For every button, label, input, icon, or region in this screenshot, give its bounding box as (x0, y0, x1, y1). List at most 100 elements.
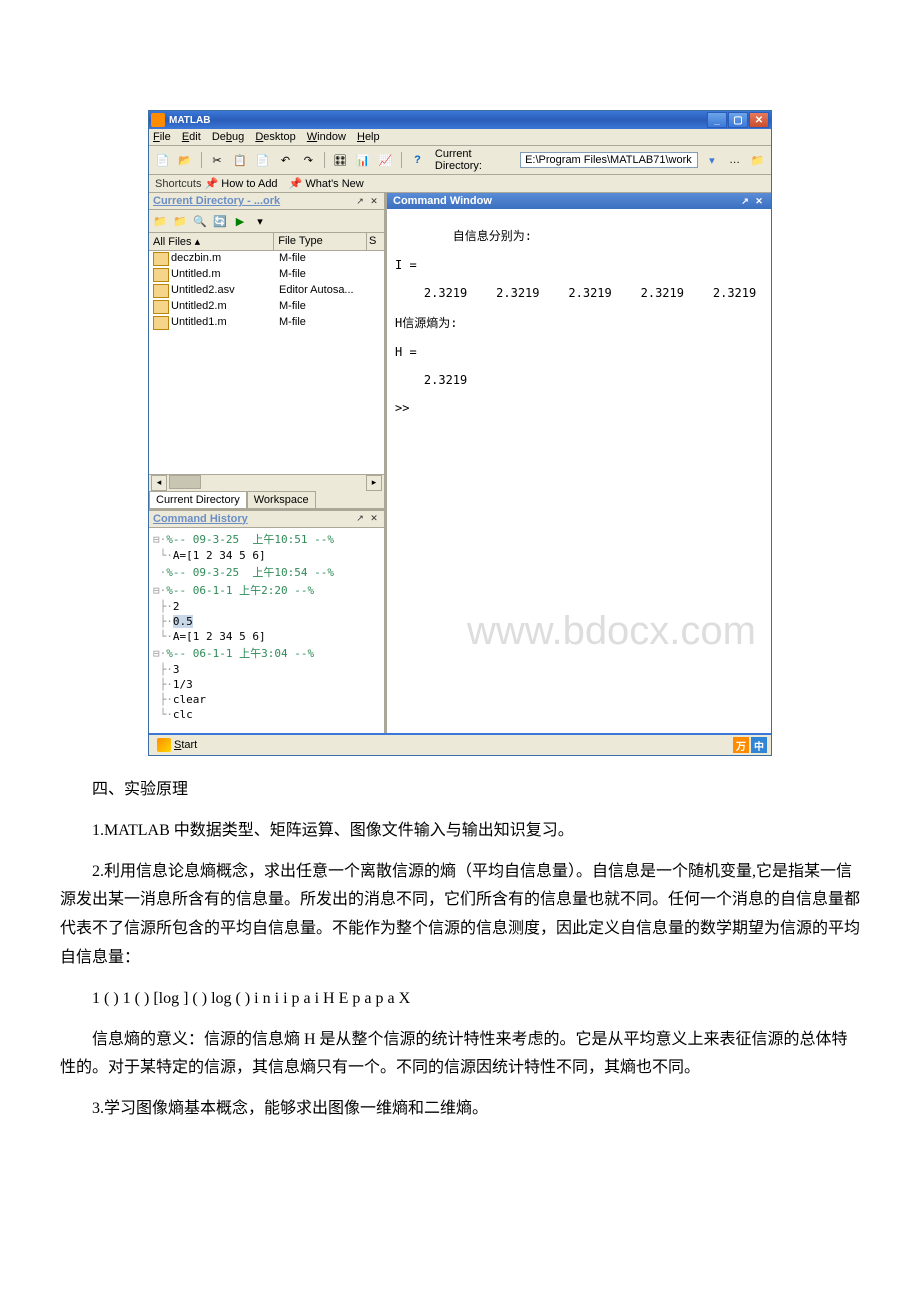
col-s[interactable]: S (367, 233, 384, 250)
shortcuts-bar: Shortcuts 📌 How to Add 📌 What's New (149, 175, 771, 193)
file-icon (153, 300, 169, 314)
file-row[interactable]: deczbin.mM-file (149, 251, 384, 267)
col-type[interactable]: File Type (274, 233, 367, 250)
whatsnew-link[interactable]: 📌 What's New (289, 178, 364, 190)
watermark: www.bdocx.com (467, 609, 756, 654)
file-row[interactable]: Untitled1.mM-file (149, 315, 384, 331)
file-list-header: All Files ▴ File Type S (149, 233, 384, 251)
menu-edit[interactable]: Edit (182, 131, 201, 143)
history-item[interactable]: ├·0.5 (153, 614, 380, 629)
minimize-button[interactable]: _ (707, 112, 727, 128)
toolbar: 📄 📂 ✂ 📋 📄 ↶ ↷ 🎛 📊 📈 ? Current Directory:… (149, 146, 771, 175)
howto-link[interactable]: 📌 How to Add (205, 178, 278, 190)
file-row[interactable]: Untitled2.mM-file (149, 299, 384, 315)
help-icon[interactable]: ? (408, 150, 427, 170)
new-folder-icon[interactable]: 📁 (171, 212, 189, 230)
open-icon[interactable]: 📂 (176, 150, 195, 170)
history-item[interactable]: ├·2 (153, 599, 380, 614)
curdir-toolbar: 📁 📁 🔍 🔄 ▶ ▾ (149, 210, 384, 233)
cmdwin-output: 自信息分别为: I = 2.3219 2.3219 2.3219 2.3219 … (395, 229, 756, 415)
history-item[interactable]: ├·clear (153, 692, 380, 707)
app-icon (151, 113, 165, 127)
close-button[interactable]: ✕ (749, 112, 769, 128)
undock-cmd-icon[interactable]: ↗ (739, 195, 751, 207)
dropdown-icon[interactable]: ▾ (251, 212, 269, 230)
file-row[interactable]: Untitled.mM-file (149, 267, 384, 283)
tab-workspace[interactable]: Workspace (247, 491, 316, 508)
file-icon (153, 268, 169, 282)
file-type: M-file (279, 252, 369, 266)
file-type: M-file (279, 316, 369, 330)
statusbar: SStarttart 万 中 (149, 733, 771, 755)
file-type: M-file (279, 300, 369, 314)
file-type: Editor Autosa... (279, 284, 369, 298)
start-button[interactable]: SStarttart (153, 737, 201, 753)
up-folder-icon[interactable]: 📁 (748, 150, 767, 170)
document-text: 四、实验原理 1.MATLAB 中数据类型、矩阵运算、图像文件输入与输出知识复习… (60, 776, 860, 1124)
close-hist-icon[interactable]: ✕ (368, 513, 380, 525)
history-item[interactable]: └·A=[1 2 34 5 6] (153, 629, 380, 644)
app-title: MATLAB (169, 115, 210, 126)
guide-icon[interactable]: 📊 (354, 150, 373, 170)
col-files[interactable]: All Files ▴ (149, 233, 274, 250)
hscrollbar[interactable]: ◂ ▸ (149, 474, 384, 491)
refresh-icon[interactable]: 🔄 (211, 212, 229, 230)
file-name: Untitled2.m (171, 300, 279, 314)
close-cmd-icon[interactable]: ✕ (753, 195, 765, 207)
heading-4: 四、实验原理 (60, 776, 860, 805)
file-name: Untitled.m (171, 268, 279, 282)
history-title: Command History (153, 513, 248, 525)
history-item[interactable]: ·%-- 09-3-25 上午10:54 --% (153, 563, 380, 581)
file-icon (153, 284, 169, 298)
run-icon[interactable]: ▶ (231, 212, 249, 230)
paste-icon[interactable]: 📄 (253, 150, 272, 170)
file-type: M-file (279, 268, 369, 282)
new-icon[interactable]: 📄 (153, 150, 172, 170)
scroll-thumb[interactable] (169, 475, 201, 489)
history-list[interactable]: ⊟·%-- 09-3-25 上午10:51 --% └·A=[1 2 34 5 … (149, 528, 384, 734)
history-item[interactable]: └·A=[1 2 34 5 6] (153, 548, 380, 563)
undock-hist-icon[interactable]: ↗ (354, 513, 366, 525)
cut-icon[interactable]: ✂ (208, 150, 227, 170)
scroll-right-icon[interactable]: ▸ (366, 475, 382, 491)
menu-debug[interactable]: Debug (212, 131, 244, 143)
file-row[interactable]: Untitled2.asvEditor Autosa... (149, 283, 384, 299)
maximize-button[interactable]: ▢ (728, 112, 748, 128)
cmdwin-title: Command Window (393, 195, 492, 207)
ime-icon-1[interactable]: 万 (733, 737, 749, 753)
close-pane-icon[interactable]: ✕ (368, 195, 380, 207)
para-formula: 1 ( ) 1 ( ) [log ] ( ) log ( ) i n i i p… (60, 985, 860, 1014)
menu-file[interactable]: FFileile (153, 131, 171, 143)
history-item[interactable]: ├·1/3 (153, 677, 380, 692)
cmdwin-header: Command Window ↗ ✕ (387, 193, 771, 209)
dir-input[interactable] (520, 152, 698, 168)
history-item[interactable]: ⊟·%-- 06-1-1 上午2:20 --% (153, 581, 380, 599)
history-item[interactable]: ⊟·%-- 09-3-25 上午10:51 --% (153, 530, 380, 548)
menu-desktop[interactable]: Desktop (255, 131, 295, 143)
menu-window[interactable]: Window (307, 131, 346, 143)
tab-curdir[interactable]: Current Directory (149, 491, 247, 508)
menu-help[interactable]: Help (357, 131, 380, 143)
undo-icon[interactable]: ↶ (276, 150, 295, 170)
history-item[interactable]: └·clc (153, 707, 380, 722)
history-item[interactable]: ⊟·%-- 06-1-1 上午3:04 --% (153, 644, 380, 662)
undock-icon[interactable]: ↗ (354, 195, 366, 207)
copy-icon[interactable]: 📋 (230, 150, 249, 170)
up-icon[interactable]: 📁 (151, 212, 169, 230)
history-header: Command History ↗ ✕ (149, 511, 384, 528)
history-item[interactable]: ├·3 (153, 662, 380, 677)
titlebar[interactable]: MATLAB _ ▢ ✕ (149, 111, 771, 129)
profiler-icon[interactable]: 📈 (376, 150, 395, 170)
cmdwin-body[interactable]: 自信息分别为: I = 2.3219 2.3219 2.3219 2.3219 … (387, 209, 771, 733)
redo-icon[interactable]: ↷ (299, 150, 318, 170)
scroll-left-icon[interactable]: ◂ (151, 475, 167, 491)
file-icon (153, 316, 169, 330)
ime-icon-2[interactable]: 中 (751, 737, 767, 753)
find-icon[interactable]: 🔍 (191, 212, 209, 230)
shortcuts-label: Shortcuts (155, 178, 201, 190)
file-name: Untitled2.asv (171, 284, 279, 298)
dir-dropdown-icon[interactable]: ▾ (702, 150, 721, 170)
file-list[interactable]: deczbin.mM-fileUntitled.mM-fileUntitled2… (149, 251, 384, 474)
simulink-icon[interactable]: 🎛 (331, 150, 350, 170)
browse-icon[interactable]: … (725, 150, 744, 170)
